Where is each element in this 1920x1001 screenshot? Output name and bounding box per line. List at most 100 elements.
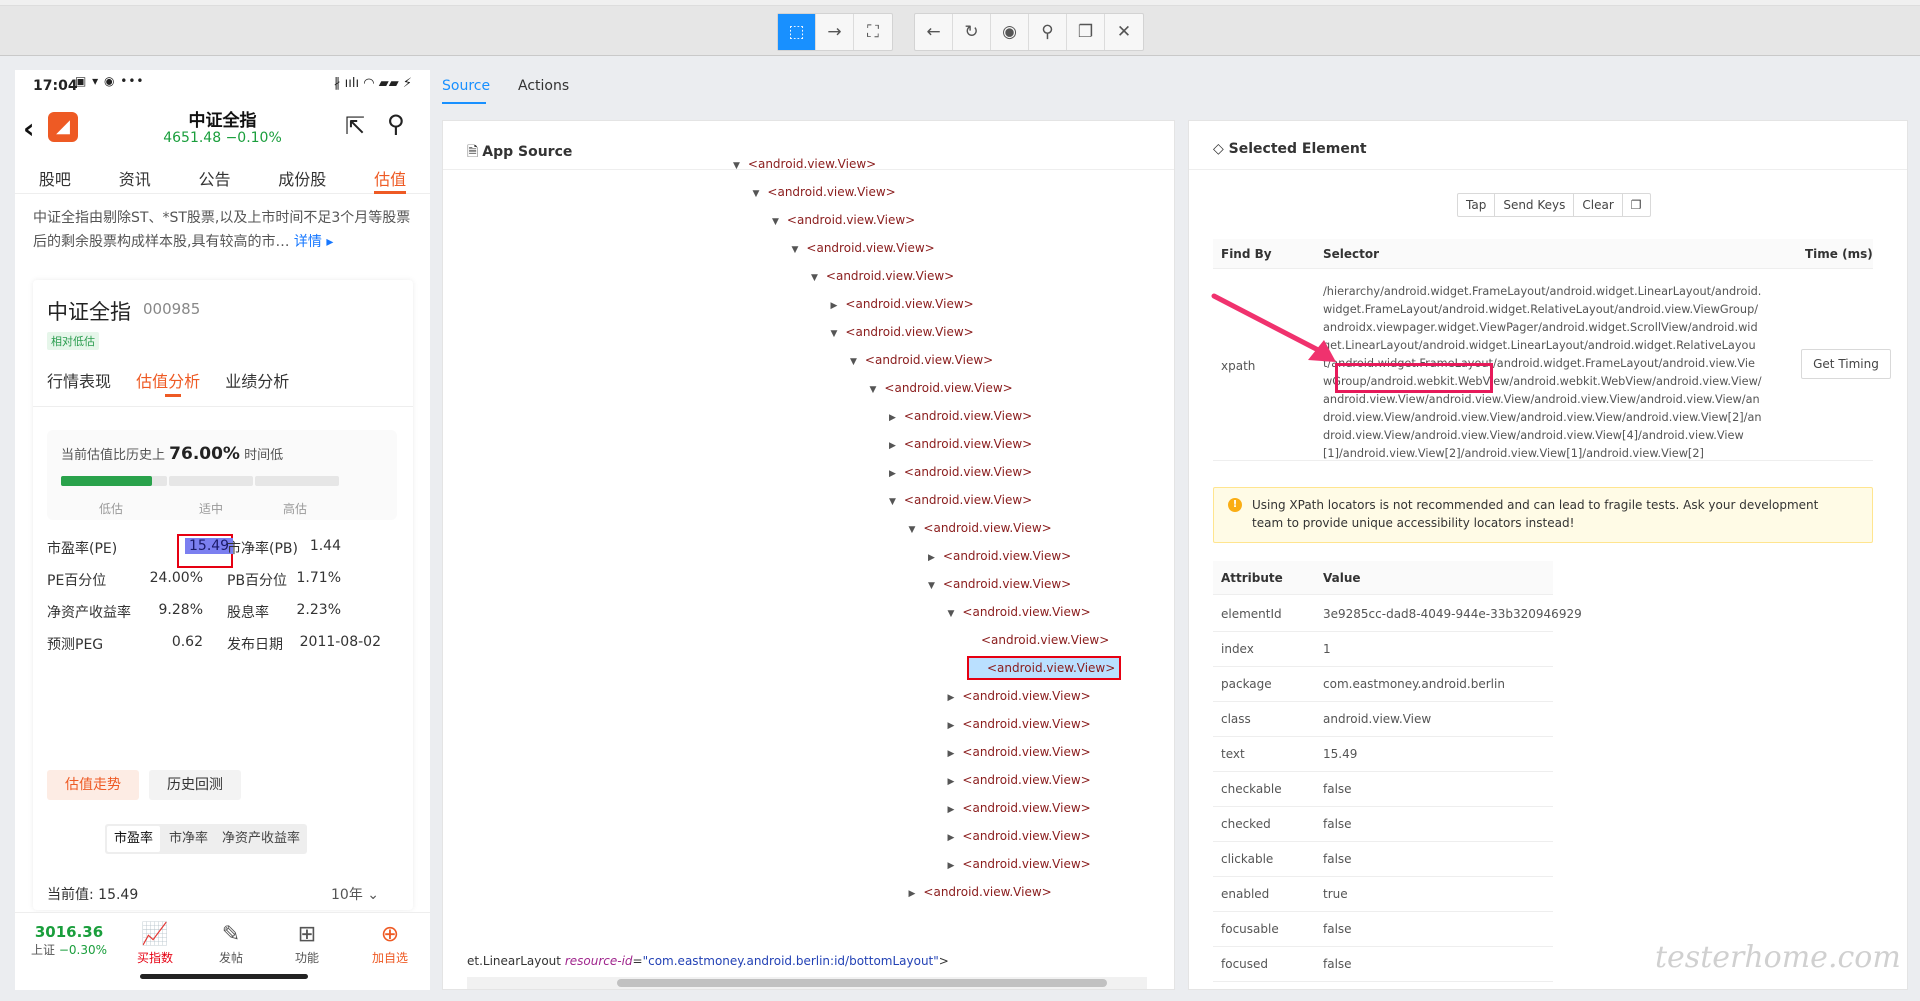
collapsed-caret-icon[interactable]: ▶ (948, 805, 955, 815)
tree-node[interactable]: ▼ <android.view.View> (831, 325, 974, 339)
horizontal-scrollbar[interactable] (467, 977, 1147, 989)
tap-coordinates-icon[interactable]: ⛶ (854, 14, 892, 50)
quit-session-icon[interactable]: ✕ (1105, 14, 1143, 50)
segment-pe[interactable]: 市盈率 (107, 826, 161, 852)
collapsed-caret-icon[interactable]: ▶ (948, 777, 955, 787)
tree-node[interactable]: ▶ <android.view.View> (948, 857, 1091, 871)
period-select[interactable]: 10年 ⌄ (331, 884, 379, 904)
tab-market-performance[interactable]: 行情表现 (47, 372, 111, 391)
segment-pb[interactable]: 市净率 (162, 824, 215, 854)
details-link[interactable]: 详情 ▸ (294, 234, 333, 250)
collapsed-caret-icon[interactable]: ▶ (889, 413, 896, 423)
device-screenshot[interactable]: 17:04 ▣ ▾ ◉ ••• ∦ ıılı ◠ ▰▰ ⚡ ‹ ◢ 中证全指 4… (15, 70, 430, 990)
expanded-caret-icon[interactable]: ▼ (753, 189, 760, 199)
history-backtest-button[interactable]: 历史回测 (149, 770, 241, 800)
pe-value-highlight[interactable]: 15.49 (177, 534, 234, 568)
phone-search-icon[interactable]: ⚲ (387, 110, 405, 138)
value-header: Value (1323, 571, 1361, 585)
tree-node[interactable]: ▶ <android.view.View> (889, 465, 1032, 479)
tab-news[interactable]: 资讯 (119, 160, 151, 193)
tab-notice[interactable]: 公告 (198, 160, 230, 193)
collapsed-caret-icon[interactable]: ▶ (948, 749, 955, 759)
source-footer-node[interactable]: et.LinearLayout resource-id="com.eastmon… (467, 954, 949, 968)
tab-performance-analysis[interactable]: 业绩分析 (225, 372, 289, 391)
gauge-prefix: 当前估值比历史上 (61, 448, 166, 463)
expanded-caret-icon[interactable]: ▼ (928, 581, 935, 591)
expanded-caret-icon[interactable]: ▼ (889, 497, 896, 507)
tree-node[interactable]: ▼ <android.view.View> (850, 353, 993, 367)
tree-node[interactable]: ▶ <android.view.View> (948, 689, 1091, 703)
expanded-caret-icon[interactable]: ▼ (831, 329, 838, 339)
tab-guba[interactable]: 股吧 (39, 160, 71, 193)
tree-node[interactable]: ▶ <android.view.View> (948, 801, 1091, 815)
tree-node[interactable]: ▶ <android.view.View> (831, 297, 974, 311)
tab-valuation-analysis[interactable]: 估值分析 (136, 372, 200, 391)
tree-node[interactable]: ▶ <android.view.View> (889, 437, 1032, 451)
expanded-caret-icon[interactable]: ▼ (850, 357, 857, 367)
buy-index-button[interactable]: 📈 买指数 (125, 921, 185, 966)
tree-node[interactable]: ▶ <android.view.View> (889, 409, 1032, 423)
tab-valuation[interactable]: 估值 (374, 160, 407, 194)
expanded-caret-icon[interactable]: ▼ (792, 245, 799, 255)
get-timing-button[interactable]: Get Timing (1801, 349, 1891, 379)
copy-xml-icon[interactable]: ❐ (1067, 14, 1105, 50)
bottom-index[interactable]: 3016.36 上证 −0.30% (29, 923, 109, 958)
tree-node[interactable]: ▶ <android.view.View> (928, 549, 1071, 563)
back-icon[interactable]: ← (915, 14, 953, 50)
tree-node[interactable]: ▼ <android.view.View> (753, 185, 896, 199)
gauge-suffix: 时间低 (244, 448, 284, 463)
share-icon[interactable]: ⇱ (345, 112, 365, 140)
tree-node[interactable]: ▼ <android.view.View> (928, 577, 1071, 591)
tree-node[interactable]: ▼ <android.view.View> (772, 213, 915, 227)
tap-button[interactable]: Tap (1458, 194, 1496, 216)
scrollbar-thumb[interactable] (617, 979, 1107, 987)
tree-node[interactable]: <android.view.View> (967, 633, 1109, 647)
tab-constituents[interactable]: 成份股 (278, 160, 326, 193)
tree-node[interactable]: ▼ <android.view.View> (870, 381, 1013, 395)
tree-node-selected[interactable]: <android.view.View> (967, 656, 1122, 680)
tree-node[interactable]: ▶ <android.view.View> (948, 717, 1091, 731)
collapsed-caret-icon[interactable]: ▶ (948, 693, 955, 703)
collapsed-caret-icon[interactable]: ▶ (831, 301, 838, 311)
tree-node[interactable]: ▶ <android.view.View> (948, 745, 1091, 759)
collapsed-caret-icon[interactable]: ▶ (948, 833, 955, 843)
tree-node[interactable]: ▼ <android.view.View> (909, 521, 1052, 535)
gauge-value: 76.00% (169, 444, 240, 464)
post-button[interactable]: ✎ 发帖 (201, 921, 261, 966)
select-element-icon[interactable]: ⬚ (778, 14, 816, 50)
tree-node[interactable]: ▶ <android.view.View> (948, 773, 1091, 787)
tree-node[interactable]: ▼ <android.view.View> (792, 241, 935, 255)
refresh-icon[interactable]: ↻ (953, 14, 991, 50)
collapsed-caret-icon[interactable]: ▶ (909, 889, 916, 899)
copy-attributes-icon[interactable]: ❐ (1623, 194, 1650, 216)
collapsed-caret-icon[interactable]: ▶ (889, 441, 896, 451)
valuation-trend-button[interactable]: 估值走势 (47, 770, 139, 800)
collapsed-caret-icon[interactable]: ▶ (948, 721, 955, 731)
tree-node[interactable]: ▼ <android.view.View> (948, 605, 1091, 619)
collapsed-caret-icon[interactable]: ▶ (948, 861, 955, 871)
functions-button[interactable]: ⊞ 功能 (277, 921, 337, 966)
tab-actions[interactable]: Actions (518, 78, 569, 94)
clear-button[interactable]: Clear (1574, 194, 1623, 216)
tree-node[interactable]: ▼ <android.view.View> (733, 157, 876, 171)
expanded-caret-icon[interactable]: ▼ (870, 385, 877, 395)
expanded-caret-icon[interactable]: ▼ (733, 161, 740, 171)
footer-prefix: et.LinearLayout (467, 954, 565, 968)
expanded-caret-icon[interactable]: ▼ (811, 273, 818, 283)
collapsed-caret-icon[interactable]: ▶ (928, 553, 935, 563)
tree-node[interactable]: ▶ <android.view.View> (948, 829, 1091, 843)
expanded-caret-icon[interactable]: ▼ (948, 609, 955, 619)
add-watchlist-button[interactable]: ⊕ 加自选 (360, 921, 420, 966)
segment-roe[interactable]: 净资产收益率 (215, 824, 307, 854)
search-icon[interactable]: ⚲ (1029, 14, 1067, 50)
send-keys-button[interactable]: Send Keys (1495, 194, 1575, 216)
tab-source[interactable]: Source (442, 78, 490, 94)
tree-node[interactable]: ▶ <android.view.View> (909, 885, 1052, 899)
swipe-icon[interactable]: → (816, 14, 854, 50)
expanded-caret-icon[interactable]: ▼ (909, 525, 916, 535)
tree-node[interactable]: ▼ <android.view.View> (889, 493, 1032, 507)
eye-icon[interactable]: ◉ (991, 14, 1029, 50)
expanded-caret-icon[interactable]: ▼ (772, 217, 779, 227)
collapsed-caret-icon[interactable]: ▶ (889, 469, 896, 479)
tree-node[interactable]: ▼ <android.view.View> (811, 269, 954, 283)
